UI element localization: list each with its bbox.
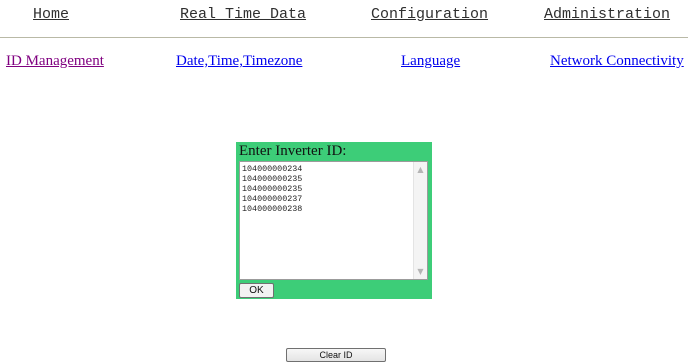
id-line: 104000000234 bbox=[242, 164, 303, 174]
subnav-language[interactable]: Language bbox=[401, 53, 460, 70]
id-line: 104000000238 bbox=[242, 204, 303, 214]
subnav-network-connectivity[interactable]: Network Connectivity bbox=[550, 53, 684, 70]
clear-id-button[interactable]: Clear ID bbox=[286, 348, 386, 362]
scroll-down-arrow-icon[interactable]: ▼ bbox=[414, 265, 427, 278]
inverter-id-textarea[interactable]: 104000000234 104000000235 104000000235 1… bbox=[239, 161, 428, 280]
textarea-scrollbar[interactable]: ▲ ▼ bbox=[413, 162, 427, 279]
nav-configuration[interactable]: Configuration bbox=[371, 6, 488, 23]
panel-title: Enter Inverter ID: bbox=[239, 143, 347, 159]
subnav-date-time-timezone[interactable]: Date,Time,Timezone bbox=[176, 53, 302, 70]
id-line: 104000000235 bbox=[242, 174, 303, 184]
nav-divider bbox=[0, 37, 688, 38]
ok-button[interactable]: OK bbox=[239, 283, 274, 298]
nav-real-time-data[interactable]: Real Time Data bbox=[180, 6, 306, 23]
top-nav: Home Real Time Data Configuration Admini… bbox=[0, 0, 688, 38]
id-line: 104000000235 bbox=[242, 184, 303, 194]
nav-administration[interactable]: Administration bbox=[544, 6, 670, 23]
id-lines: 104000000234 104000000235 104000000235 1… bbox=[242, 164, 302, 214]
subnav-id-management[interactable]: ID Management bbox=[6, 53, 104, 70]
id-line: 104000000237 bbox=[242, 194, 303, 204]
inverter-id-panel: Enter Inverter ID: 104000000234 10400000… bbox=[236, 142, 432, 299]
nav-home[interactable]: Home bbox=[33, 6, 69, 23]
scroll-up-arrow-icon[interactable]: ▲ bbox=[414, 163, 427, 176]
